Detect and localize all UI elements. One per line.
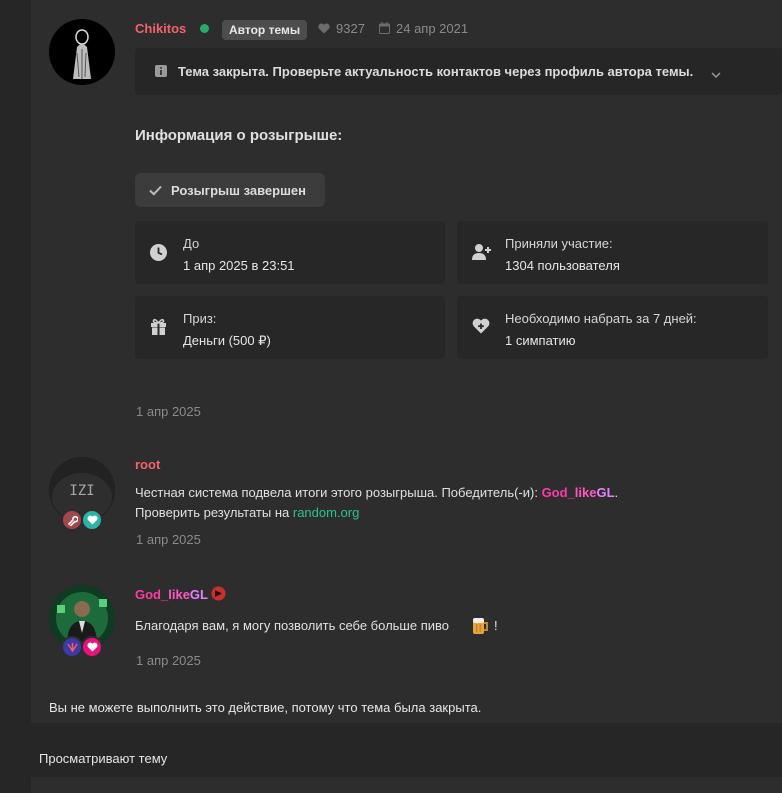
deadline-label: До	[183, 236, 200, 251]
notice-text: Тема закрыта. Проверьте актуальность кон…	[178, 64, 694, 79]
deadline-value: 1 апр 2025 в 23:51	[183, 258, 295, 273]
status-label: Розыгрыш завершен	[171, 183, 307, 198]
check-results-text: Проверить результаты на	[135, 505, 293, 520]
author-badge: Автор темы	[222, 20, 308, 40]
root-message-text: Честная система подвела итоги этого розы…	[135, 485, 542, 500]
viewers-list	[31, 777, 782, 793]
beer-icon	[470, 615, 490, 638]
requirement-card	[457, 296, 768, 359]
prize-label: Приз:	[183, 311, 217, 326]
author-username[interactable]: Chikitos	[135, 21, 186, 36]
clock-icon	[150, 244, 167, 264]
giveaway-heading: Информация о розыгрыше:	[135, 127, 343, 144]
requirement-value: 1 симпатию	[505, 333, 576, 348]
heart-plus-icon	[472, 318, 490, 337]
info-icon	[155, 65, 167, 80]
root-message: Честная система подвела итоги этого розы…	[135, 485, 619, 520]
check-icon	[149, 184, 162, 199]
gift-icon	[150, 318, 167, 338]
avatar-logo-text: IZI	[69, 483, 94, 499]
likes-count: 9327	[336, 21, 365, 36]
random-org-link[interactable]: random.org	[293, 505, 359, 520]
prize-value: Деньги (500 ₽)	[183, 333, 271, 348]
participants-card	[457, 221, 768, 284]
heart-badge-icon	[81, 509, 103, 531]
prize-card	[135, 296, 445, 359]
participants-label: Приняли участие:	[505, 236, 613, 251]
online-indicator	[200, 24, 209, 33]
post-date: 24 апр 2021	[396, 21, 469, 36]
heart-badge-icon	[81, 636, 103, 658]
root-username[interactable]: root	[135, 457, 160, 472]
godlike-message-suffix: !	[494, 618, 498, 633]
heart-icon	[318, 22, 330, 37]
author-avatar[interactable]	[49, 19, 115, 85]
viewers-title: Просматривают тему	[39, 751, 168, 766]
godlike-message-text: Благодаря вам, я могу позволить себе бол…	[135, 618, 449, 633]
calendar-icon	[379, 22, 390, 37]
godlike-username[interactable]: God_likeGL	[135, 587, 208, 602]
rank-icon	[211, 586, 226, 604]
user-plus-icon	[472, 243, 492, 263]
requirement-label: Необходимо набрать за 7 дней:	[505, 311, 697, 326]
godlike-comment-date: 1 апр 2025	[136, 653, 201, 668]
chevron-down-icon[interactable]	[711, 67, 721, 82]
deadline-card	[135, 221, 445, 284]
emblem-badge-icon	[61, 636, 83, 658]
thread-panel	[31, 0, 782, 723]
wrench-badge-icon	[61, 509, 83, 531]
closed-thread-message: Вы не можете выполнить это действие, пот…	[49, 700, 482, 715]
participants-value: 1304 пользователя	[505, 258, 620, 273]
root-comment-date: 1 апр 2025	[136, 532, 201, 547]
giveaway-date: 1 апр 2025	[136, 404, 201, 419]
winner-link[interactable]: God_likeGL	[542, 485, 615, 500]
